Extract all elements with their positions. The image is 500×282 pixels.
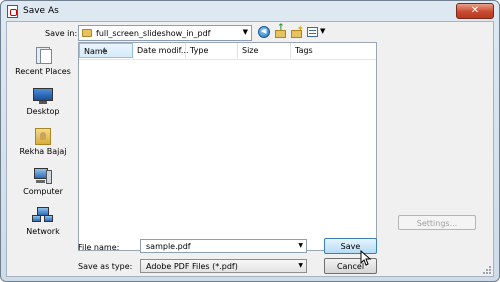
place-label: Network xyxy=(26,227,60,236)
new-star-icon: ✦ xyxy=(297,24,304,33)
save-in-dropdown[interactable]: full_screen_slideshow_in_pdf ▼ xyxy=(78,25,252,41)
folder-icon xyxy=(82,29,92,37)
places-bar: Recent Places Desktop Rekha Bajaj Comput… xyxy=(10,42,76,250)
user-folder-icon xyxy=(32,126,54,146)
window-title: Save As xyxy=(23,6,59,16)
up-arrow-icon: ↑ xyxy=(277,23,285,33)
place-label: Recent Places xyxy=(15,67,71,76)
views-icon xyxy=(307,27,318,37)
chevron-down-icon: ▼ xyxy=(320,27,326,35)
chevron-down-icon: ▼ xyxy=(242,28,248,36)
save-as-dialog: Save As ✕ Save in: full_screen_slideshow… xyxy=(0,0,500,282)
place-label: Computer xyxy=(23,187,63,196)
save-as-type-dropdown[interactable]: Adobe PDF Files (*.pdf) ▼ xyxy=(140,259,307,273)
save-in-label: Save in: xyxy=(45,29,78,38)
column-header-type[interactable]: Type xyxy=(186,43,238,58)
place-label: Desktop xyxy=(26,107,60,116)
back-button[interactable] xyxy=(258,26,270,38)
sort-ascending-icon: ▲ xyxy=(102,46,107,53)
dialog-body: Save in: full_screen_slideshow_in_pdf ▼ … xyxy=(6,21,494,277)
resize-grip-icon[interactable] xyxy=(483,266,491,274)
views-menu-button[interactable]: ▼ xyxy=(307,26,327,38)
column-header-size[interactable]: Size xyxy=(238,43,291,58)
file-name-label: File name: xyxy=(78,243,120,252)
place-network[interactable]: Network xyxy=(10,206,76,244)
save-in-value: full_screen_slideshow_in_pdf xyxy=(96,29,211,38)
column-label: Tags xyxy=(295,46,313,55)
network-icon xyxy=(32,206,54,226)
chevron-down-icon[interactable]: ▼ xyxy=(298,242,303,249)
save-as-type-value: Adobe PDF Files (*.pdf) xyxy=(146,262,238,271)
desktop-icon xyxy=(32,86,54,106)
column-label: Date modif... xyxy=(137,46,189,55)
column-headers: ▲ Name Date modif... Type Size Tags xyxy=(79,43,376,60)
column-label: Type xyxy=(190,46,209,55)
file-name-value: sample.pdf xyxy=(146,242,191,251)
column-header-tags[interactable]: Tags xyxy=(291,43,377,58)
column-header-date-modified[interactable]: Date modif... xyxy=(133,43,189,58)
place-recent-places[interactable]: Recent Places xyxy=(10,46,76,84)
close-icon: ✕ xyxy=(470,5,480,16)
column-label: Size xyxy=(242,46,259,55)
file-name-field[interactable]: sample.pdf ▼ xyxy=(140,239,307,253)
new-folder-button[interactable]: ✦ xyxy=(291,24,304,38)
place-label: Rekha Bajaj xyxy=(19,147,67,156)
column-header-name[interactable]: ▲ Name xyxy=(79,43,133,58)
place-computer[interactable]: Computer xyxy=(10,166,76,204)
file-list[interactable]: ▲ Name Date modif... Type Size Tags xyxy=(78,42,377,251)
close-button[interactable]: ✕ xyxy=(456,3,494,19)
settings-button[interactable]: Settings... xyxy=(398,215,476,230)
recent-places-icon xyxy=(32,46,54,66)
place-user-folder[interactable]: Rekha Bajaj xyxy=(10,126,76,164)
mouse-cursor-icon xyxy=(360,250,372,266)
computer-icon xyxy=(32,166,54,186)
place-desktop[interactable]: Desktop xyxy=(10,86,76,124)
save-as-type-label: Save as type: xyxy=(78,262,133,271)
pdf-app-icon xyxy=(7,5,18,18)
up-folder-button[interactable]: ↑ xyxy=(275,23,287,38)
chevron-down-icon: ▼ xyxy=(298,262,303,269)
title-bar: Save As ✕ xyxy=(1,1,499,23)
